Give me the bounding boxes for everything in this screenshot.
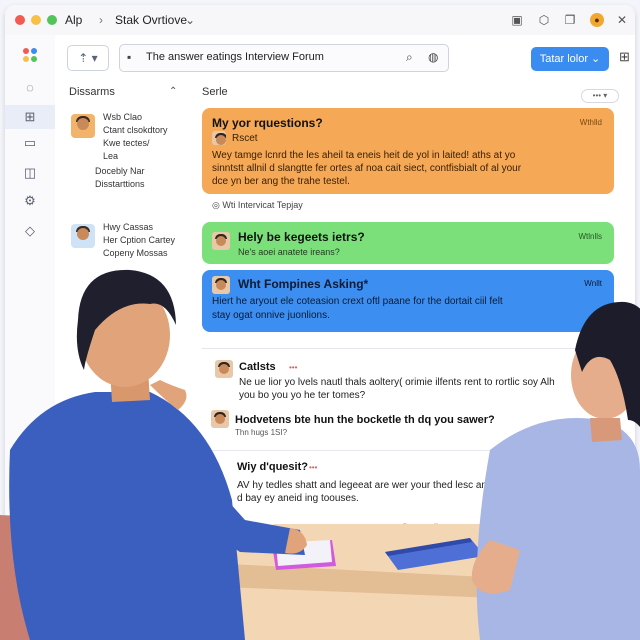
- search-icon[interactable]: ⌕: [406, 50, 413, 65]
- discussion-line: Hwy Cassas: [103, 222, 154, 232]
- calendar-icon[interactable]: ▭: [22, 135, 38, 151]
- address-bar[interactable]: ▪ The answer eatings Interview Forum ⌕ ◍: [119, 44, 449, 72]
- discussions-panel: Dissarms ⌃ Wsb Clao Ctant clsokdtory Kwe…: [55, 80, 188, 605]
- document-icon: ▪: [127, 50, 132, 64]
- card-title: Wht Fompines Asking*: [238, 277, 369, 291]
- question-card[interactable]: My yor rquestions? Wthlld Rscet Wey tamg…: [202, 108, 614, 194]
- discussion-line: Her Cption Cartey: [103, 235, 176, 245]
- comment-tag: •••: [309, 463, 318, 472]
- card-text: dce yn ber ang the trahe testel.: [212, 176, 350, 187]
- maximize-window-button[interactable]: [47, 15, 57, 25]
- card-title: My yor rquestions?: [212, 116, 323, 130]
- clock-icon: ◎: [212, 200, 223, 210]
- chat-icon[interactable]: ◌: [22, 80, 38, 96]
- left-rail: ◌ ⊞ ▭ ◫ ⚙ ◇: [5, 35, 56, 605]
- discussion-line: Wsb Clao: [103, 112, 143, 122]
- chevron-up-icon[interactable]: ⌃: [169, 86, 177, 97]
- apps-icon[interactable]: [22, 47, 38, 63]
- card-timestamp: Wnllt: [584, 279, 602, 288]
- avatar: [211, 410, 229, 428]
- settings-icon[interactable]: ⚙: [22, 193, 38, 209]
- main-feed: Serle ••• ▾ My yor rquestions? Wthlld Rs…: [187, 80, 635, 605]
- discussion-line: Docebly Nar: [95, 166, 145, 176]
- card-title: Hely be kegeets ietrs?: [238, 230, 365, 244]
- chevron-down-icon[interactable]: ⌄: [185, 13, 195, 27]
- avatar: [212, 131, 226, 145]
- comment-text: d bay ey aneid ing toouses.: [237, 493, 359, 504]
- copy-icon[interactable]: ❐: [563, 13, 577, 27]
- discussion-item[interactable]: Hwy Cassas Her Cption Cartey Copeny Moss…: [65, 220, 180, 260]
- card-author: Rscet: [232, 133, 258, 144]
- profile-avatar[interactable]: ●: [590, 13, 604, 27]
- close-icon[interactable]: ✕: [615, 13, 629, 27]
- nav-button[interactable]: ⇡ ▾: [67, 45, 109, 71]
- section-label: ◎ Wti Intervicat Tepjay: [212, 200, 303, 211]
- section-label-text: Wti Intervicat Tepjay: [222, 200, 303, 210]
- title-bar: Alp › Stak Ovrtiove ⌄ ▣ ⬡ ❐ ● ✕: [5, 5, 635, 36]
- close-window-button[interactable]: [15, 15, 25, 25]
- avatar: [215, 360, 233, 378]
- printer-icon[interactable]: ▣: [510, 13, 524, 27]
- share-icon[interactable]: ⬡: [537, 13, 551, 27]
- tag-icon[interactable]: ◫: [22, 165, 38, 181]
- app-window: Alp › Stak Ovrtiove ⌄ ▣ ⬡ ❐ ● ✕ ◌ ⊞ ▭ ◫ …: [5, 5, 635, 605]
- toolbar: ⇡ ▾ ▪ The answer eatings Interview Forum…: [55, 35, 635, 81]
- card-text: Ne's aoei anatete ireans?: [238, 247, 340, 257]
- question-card[interactable]: Hely be kegeets ietrs? Wtlnlls Ne's aoei…: [202, 222, 614, 264]
- microphone-icon[interactable]: ◍: [428, 50, 438, 64]
- primary-action-button[interactable]: Tatar lolor ⌄: [531, 47, 609, 71]
- comment-text: AV hy tedles shatt and legeeat are wer y…: [237, 480, 522, 491]
- discussion-line: Disstarttions: [95, 179, 145, 189]
- avatar: [71, 224, 95, 248]
- panel-title: Dissarms: [69, 86, 115, 98]
- question-card[interactable]: Wht Fompines Asking* Wnllt Hiert he aryo…: [202, 270, 614, 332]
- discussion-item[interactable]: Wsb Clao Ctant clsokdtory Kwe tectes/ Le…: [65, 110, 180, 190]
- breadcrumb-separator: ›: [99, 13, 103, 27]
- discussion-line: Copeny Mossas: [103, 248, 168, 258]
- comment-author[interactable]: Wiy d'quesit?: [237, 461, 308, 473]
- breadcrumb[interactable]: Stak Ovrtiove: [115, 13, 187, 27]
- avatar: [71, 114, 95, 138]
- card-timestamp: Wthlld: [579, 118, 602, 127]
- discussion-line: Kwe tectes/: [103, 138, 150, 148]
- discussion-line: Ctant clsokdtory: [103, 125, 168, 135]
- comment-text: Ne ue lior yo lvels nautl thals aoltery(…: [239, 377, 555, 388]
- feed-title: Serle: [202, 86, 228, 98]
- minimize-window-button[interactable]: [31, 15, 41, 25]
- comment-text: you bo you yo he ter tomes?: [239, 390, 366, 401]
- card-text: Hiert he aryout ele coteasion crext oftl…: [212, 296, 503, 307]
- card-text: sinntstt allnil d slangtte fer ortes af …: [212, 163, 522, 174]
- card-timestamp: Wtlnlls: [578, 232, 602, 241]
- more-icon[interactable]: ◇: [22, 223, 38, 239]
- divider: [202, 450, 614, 451]
- app-title: Alp: [65, 13, 83, 27]
- divider: [202, 348, 614, 349]
- board-icon[interactable]: ⊞: [5, 105, 55, 129]
- grid-icon[interactable]: ⊞: [619, 49, 630, 65]
- discussion-line: Lea: [103, 151, 119, 161]
- address-text: The answer eatings Interview Forum: [146, 51, 324, 63]
- sort-dropdown[interactable]: ••• ▾: [581, 89, 619, 103]
- card-text: Wey tamge lcnrd the les aheil ta eneis h…: [212, 150, 516, 161]
- comment-tag: •••: [289, 363, 298, 372]
- comment-text: Thn hugs 1SI?: [235, 428, 288, 437]
- show-all-link[interactable]: Nue Cortfiwes All: [362, 523, 438, 534]
- card-text: stay ogat onnive juonlions.: [212, 310, 330, 321]
- avatar: [212, 232, 230, 250]
- comment-author[interactable]: Hodvetens bte hun the bocketle th dq you…: [235, 414, 495, 426]
- comment-author[interactable]: Catlsts: [239, 361, 276, 373]
- avatar: [212, 276, 230, 294]
